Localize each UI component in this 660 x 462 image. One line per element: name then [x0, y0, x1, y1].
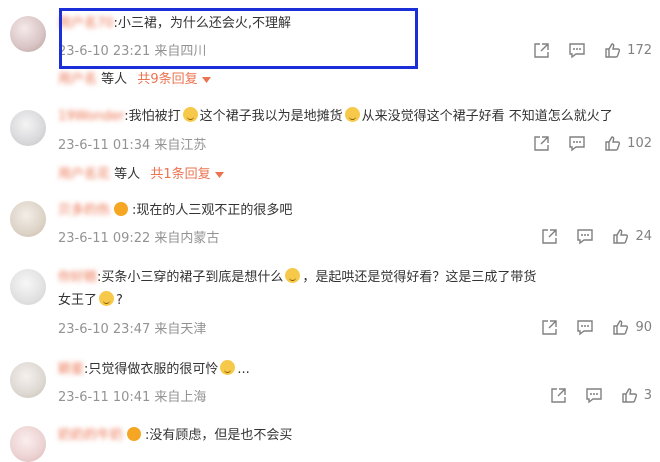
comment-username[interactable]: 19Wonder	[58, 109, 124, 124]
comment-date: 23-6-11 01:34	[58, 138, 151, 153]
comment-username[interactable]: 你好糕	[58, 270, 97, 285]
comment-location: 来自内蒙古	[154, 231, 220, 246]
comment-icon	[586, 387, 602, 403]
reply-count-link[interactable]: 共9条回复	[137, 72, 211, 87]
comment-icon	[569, 42, 585, 58]
avatar[interactable]	[10, 269, 46, 305]
thumbs-up-icon	[613, 319, 629, 335]
comment-meta: 23-6-11 10:41 来自上海	[58, 386, 210, 405]
comment-icon	[569, 135, 585, 151]
comment-text-end: ...	[237, 362, 250, 377]
comment-meta: 23-6-11 09:22 来自内蒙古	[58, 227, 223, 246]
share-button[interactable]	[541, 319, 558, 336]
comment-actions: 24	[523, 226, 652, 246]
comment-text-mid: 这个裙子我以为是地摊货	[199, 109, 343, 124]
verified-badge-icon	[114, 202, 129, 216]
share-icon	[542, 319, 558, 335]
sweat-smile-emoji-icon	[285, 268, 301, 283]
thumbs-up-icon	[613, 228, 629, 244]
comment-date: 23-6-11 10:41	[58, 390, 151, 405]
comment-text: :买条小三穿的裙子到底是想什么	[97, 270, 284, 285]
comment-icon	[577, 319, 594, 335]
like-button[interactable]: 102	[604, 135, 652, 152]
sweat-smile-emoji-icon	[99, 291, 115, 306]
reply-suffix: 等人	[101, 72, 128, 87]
like-count: 90	[635, 319, 652, 335]
share-button[interactable]	[550, 387, 567, 404]
comment-username[interactable]: 颖星	[58, 362, 84, 377]
reply-users[interactable]: 用户名花	[58, 167, 110, 182]
comment-text-line2-end: ?	[116, 293, 123, 308]
reply-count-link[interactable]: 共1条回复	[150, 167, 224, 182]
comment-meta: 23-6-11 01:34 来自江苏	[58, 134, 210, 153]
comment-text-line2: 女王了	[58, 293, 98, 308]
like-button[interactable]: 90	[612, 319, 652, 336]
reply-summary: 用户名 等人 共9条回复	[58, 68, 211, 87]
comment-actions: 90	[523, 317, 652, 337]
comment-text-end: 从来没觉得这个裙子好看 不知道怎么就火了	[361, 109, 613, 124]
comment-button[interactable]	[576, 228, 594, 245]
like-count: 102	[627, 135, 652, 151]
comment-meta: 23-6-10 23:47 来自天津	[58, 318, 210, 337]
avatar[interactable]	[10, 16, 46, 52]
avatar[interactable]	[10, 110, 46, 146]
share-icon	[542, 228, 558, 244]
thumbs-up-icon	[622, 387, 637, 403]
avatar[interactable]	[10, 362, 46, 398]
highlight-box	[59, 8, 418, 69]
like-count: 172	[627, 42, 652, 58]
share-icon	[534, 135, 549, 151]
comment-text: :没有顾虑，但是也不会买	[145, 428, 293, 443]
avatar[interactable]	[10, 426, 46, 462]
comment-text-mid: ，是起哄还是觉得好看？这是三成了带货	[302, 270, 537, 285]
share-button[interactable]	[533, 42, 550, 59]
comment-actions: 102	[515, 133, 652, 153]
comment-text: :只觉得做衣服的很可怜	[84, 362, 219, 377]
caret-down-icon	[201, 77, 211, 83]
caret-down-icon	[214, 172, 224, 178]
comment-button[interactable]	[568, 42, 586, 59]
like-button[interactable]: 3	[621, 387, 652, 404]
comment-username[interactable]: 奶奶的牛奶	[58, 428, 123, 443]
comment-location: 来自天津	[154, 322, 207, 337]
comment-button[interactable]	[568, 135, 586, 152]
comment-button[interactable]	[585, 387, 603, 404]
reply-summary: 用户名花 等人 共1条回复	[58, 163, 224, 182]
laughing-emoji-icon	[344, 107, 360, 122]
comment-location: 来自江苏	[154, 138, 207, 153]
share-button[interactable]	[541, 228, 558, 245]
comment-username[interactable]: 贝多的伤	[58, 203, 110, 218]
like-count: 3	[643, 387, 652, 403]
laughing-emoji-icon	[182, 107, 198, 122]
share-icon	[551, 387, 566, 403]
thumbs-up-icon	[605, 135, 621, 151]
comment-text: :我怕被打	[124, 109, 181, 124]
like-count: 24	[635, 228, 652, 244]
comment-date: 23-6-10 23:47	[58, 322, 151, 337]
thumbs-up-icon	[605, 42, 621, 58]
verified-badge-icon	[127, 427, 142, 441]
comment-icon	[577, 228, 594, 244]
comment-actions: 3	[532, 385, 652, 405]
reply-users[interactable]: 用户名	[58, 72, 97, 87]
crying-emoji-icon	[220, 360, 236, 375]
comment-date: 23-6-11 09:22	[58, 231, 151, 246]
share-button[interactable]	[533, 135, 550, 152]
comment-location: 来自上海	[154, 390, 207, 405]
comment-actions: 172	[515, 40, 652, 60]
share-icon	[534, 42, 549, 58]
reply-suffix: 等人	[114, 167, 141, 182]
comment-button[interactable]	[576, 319, 594, 336]
comment-text: :现在的人三观不正的很多吧	[132, 203, 293, 218]
like-button[interactable]: 172	[604, 42, 652, 59]
like-button[interactable]: 24	[612, 228, 652, 245]
avatar[interactable]	[10, 201, 46, 237]
